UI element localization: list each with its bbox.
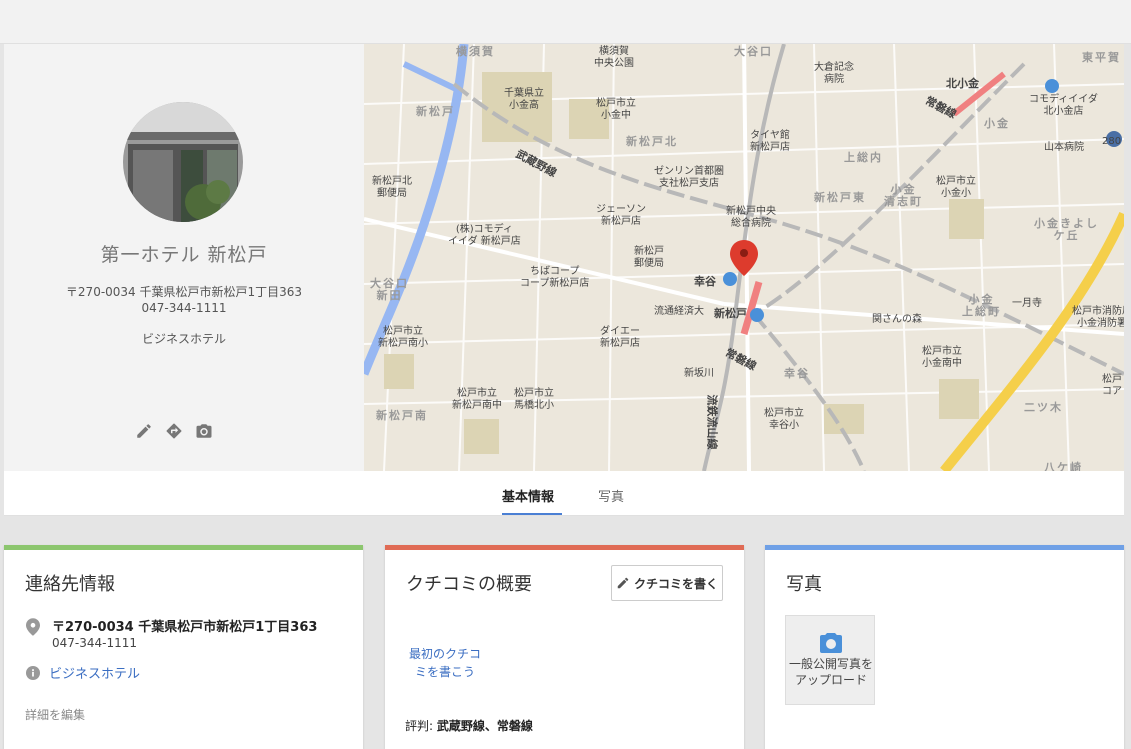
pencil-icon[interactable] <box>135 422 153 440</box>
place-address: 〒270-0034 千葉県松戸市新松戸1丁目363 <box>65 285 303 299</box>
map-label: 大谷口 新田 <box>370 277 409 302</box>
camera-icon <box>818 632 844 658</box>
camera-icon[interactable] <box>195 422 213 440</box>
place-profile: 第一ホテル 新松戸 〒270-0034 千葉県松戸市新松戸1丁目363 047-… <box>4 44 364 471</box>
map-label: 松戸市消防局 小金消防署 <box>1072 306 1124 329</box>
map-label: 280 <box>1102 136 1122 147</box>
map-label: 松戸市立 新松戸南中 <box>452 388 502 411</box>
map-label: (株)コモディ イイダ 新松戸店 <box>448 224 521 247</box>
map-label: 八ケ崎 <box>1044 461 1083 472</box>
map-label: 新松戸中央 総合病院 <box>726 206 776 229</box>
category-link[interactable]: ビジネスホテル <box>49 663 140 682</box>
write-review-button[interactable]: クチコミを書く <box>611 565 723 601</box>
photos-card: 写真 一般公開写真をアップロード <box>765 545 1124 749</box>
map-label: コモディイイダ 北小金店 <box>1029 94 1098 117</box>
upload-photo-button[interactable]: 一般公開写真をアップロード <box>785 615 875 705</box>
tab-bar: 基本情報 写真 <box>4 471 1124 516</box>
map-label: 新松戸東 <box>814 191 866 204</box>
place-phone: 047-344-1111 <box>141 301 227 315</box>
location-pin-icon <box>26 618 40 640</box>
map-label: ゼンリン首都圏 支社松戸支店 <box>654 166 724 189</box>
map-label: 関さんの森 <box>872 314 922 325</box>
map-label: 松戸市立 小金南中 <box>922 346 962 369</box>
edit-details-link[interactable]: 詳細を編集 <box>25 706 85 723</box>
map-label: 新坂川 <box>684 368 714 379</box>
map-label: 山本病院 <box>1044 142 1084 153</box>
first-review-link[interactable]: 最初のクチコミを書こう <box>405 645 485 681</box>
map-label: 新松戸南 <box>376 409 428 422</box>
contact-card-title: 連絡先情報 <box>25 574 115 595</box>
map-label: 流鉄流山線 <box>705 394 719 450</box>
map-label: 一月寺 <box>1012 298 1042 309</box>
map-label: 新松戸北 郵便局 <box>372 176 412 199</box>
map-label: 松戸 コア <box>1102 374 1122 397</box>
map-label: 上総内 <box>844 151 883 164</box>
contact-phone[interactable]: 047-344-1111 <box>52 636 137 650</box>
map-label: 横須賀 <box>456 45 495 58</box>
active-tab-indicator <box>502 513 562 515</box>
top-bar <box>0 0 1131 44</box>
place-address-block: 〒270-0034 千葉県松戸市新松戸1丁目363 047-344-1111 <box>4 284 364 316</box>
map-label: 新松戸 <box>714 307 747 320</box>
map-label: 流通経済大 <box>654 306 704 317</box>
map-label: 大谷口 <box>734 45 773 58</box>
map-label: 松戸市立 幸谷小 <box>764 408 804 431</box>
map-label: 小金 清志町 <box>884 183 923 208</box>
map-label: 大倉記念 病院 <box>814 62 854 85</box>
map-label: 幸谷 <box>694 275 716 288</box>
place-name: 第一ホテル 新松戸 <box>100 244 268 266</box>
map-label: 二ツ木 <box>1024 401 1063 414</box>
map-label: 小金 上総町 <box>962 293 1001 318</box>
review-card-accent <box>385 545 744 550</box>
map-label: 松戸市立 小金小 <box>936 176 976 199</box>
write-review-label: クチコミを書く <box>633 576 718 591</box>
directions-icon[interactable] <box>165 422 183 440</box>
review-card-title: クチコミの概要 <box>406 574 532 595</box>
photos-card-title: 写真 <box>786 574 822 595</box>
review-summary-value: 武蔵野線、常磐線 <box>436 719 533 733</box>
info-icon <box>26 665 40 684</box>
review-summary-prefix: 評判: <box>405 719 437 733</box>
map-label: 千葉県立 小金高 <box>504 88 544 111</box>
contact-info-card: 連絡先情報 〒270-0034 千葉県松戸市新松戸1丁目363 047-344-… <box>4 545 363 749</box>
map-label: 松戸市立 馬橋北小 <box>514 388 554 411</box>
review-summary-card: クチコミの概要 クチコミを書く 最初のクチコミを書こう 評判: 武蔵野線、常磐線 <box>385 545 744 749</box>
map-label: 北小金 <box>946 77 979 90</box>
hotel-photo-image <box>123 102 243 222</box>
contact-address: 〒270-0034 千葉県松戸市新松戸1丁目363 <box>52 620 318 635</box>
map-label: 松戸市立 小金中 <box>596 98 636 121</box>
map-label: 小金 <box>984 117 1010 130</box>
map-label: タイヤ館 新松戸店 <box>750 130 790 153</box>
contact-card-accent <box>4 545 363 550</box>
map-label: 小金きよし ケ丘 <box>1034 217 1099 242</box>
tab-basic-info[interactable]: 基本情報 <box>502 486 554 505</box>
map-label: ちばコープ コープ新松戸店 <box>520 266 590 289</box>
tab-photos[interactable]: 写真 <box>598 486 624 505</box>
header-panel: 第一ホテル 新松戸 〒270-0034 千葉県松戸市新松戸1丁目363 047-… <box>4 44 1124 516</box>
place-category: ビジネスホテル <box>141 332 226 346</box>
pencil-icon <box>617 577 629 589</box>
place-actions <box>135 422 213 440</box>
upload-photo-label: 一般公開写真をアップロード <box>788 657 873 687</box>
map-label: 幸谷 <box>784 367 810 380</box>
map-label: 松戸市立 新松戸南小 <box>378 326 428 349</box>
photos-card-accent <box>765 545 1124 550</box>
map-label: ジェーソン 新松戸店 <box>596 204 646 227</box>
map-label: 新松戸 郵便局 <box>634 246 664 269</box>
review-summary: 評判: 武蔵野線、常磐線 <box>405 717 533 734</box>
map-label: 新松戸 <box>416 105 455 118</box>
map-view[interactable]: 横須賀 横須賀 中央公園 大谷口大倉記念 病院 東平賀北小金コモディイイダ 北小金店 千… <box>364 44 1124 471</box>
map-label: 新松戸北 <box>626 135 678 148</box>
map-label: 東平賀 <box>1082 51 1121 64</box>
place-photo-avatar[interactable] <box>123 102 243 222</box>
map-label: 横須賀 中央公園 <box>594 46 634 69</box>
map-label: ダイエー 新松戸店 <box>600 326 640 349</box>
